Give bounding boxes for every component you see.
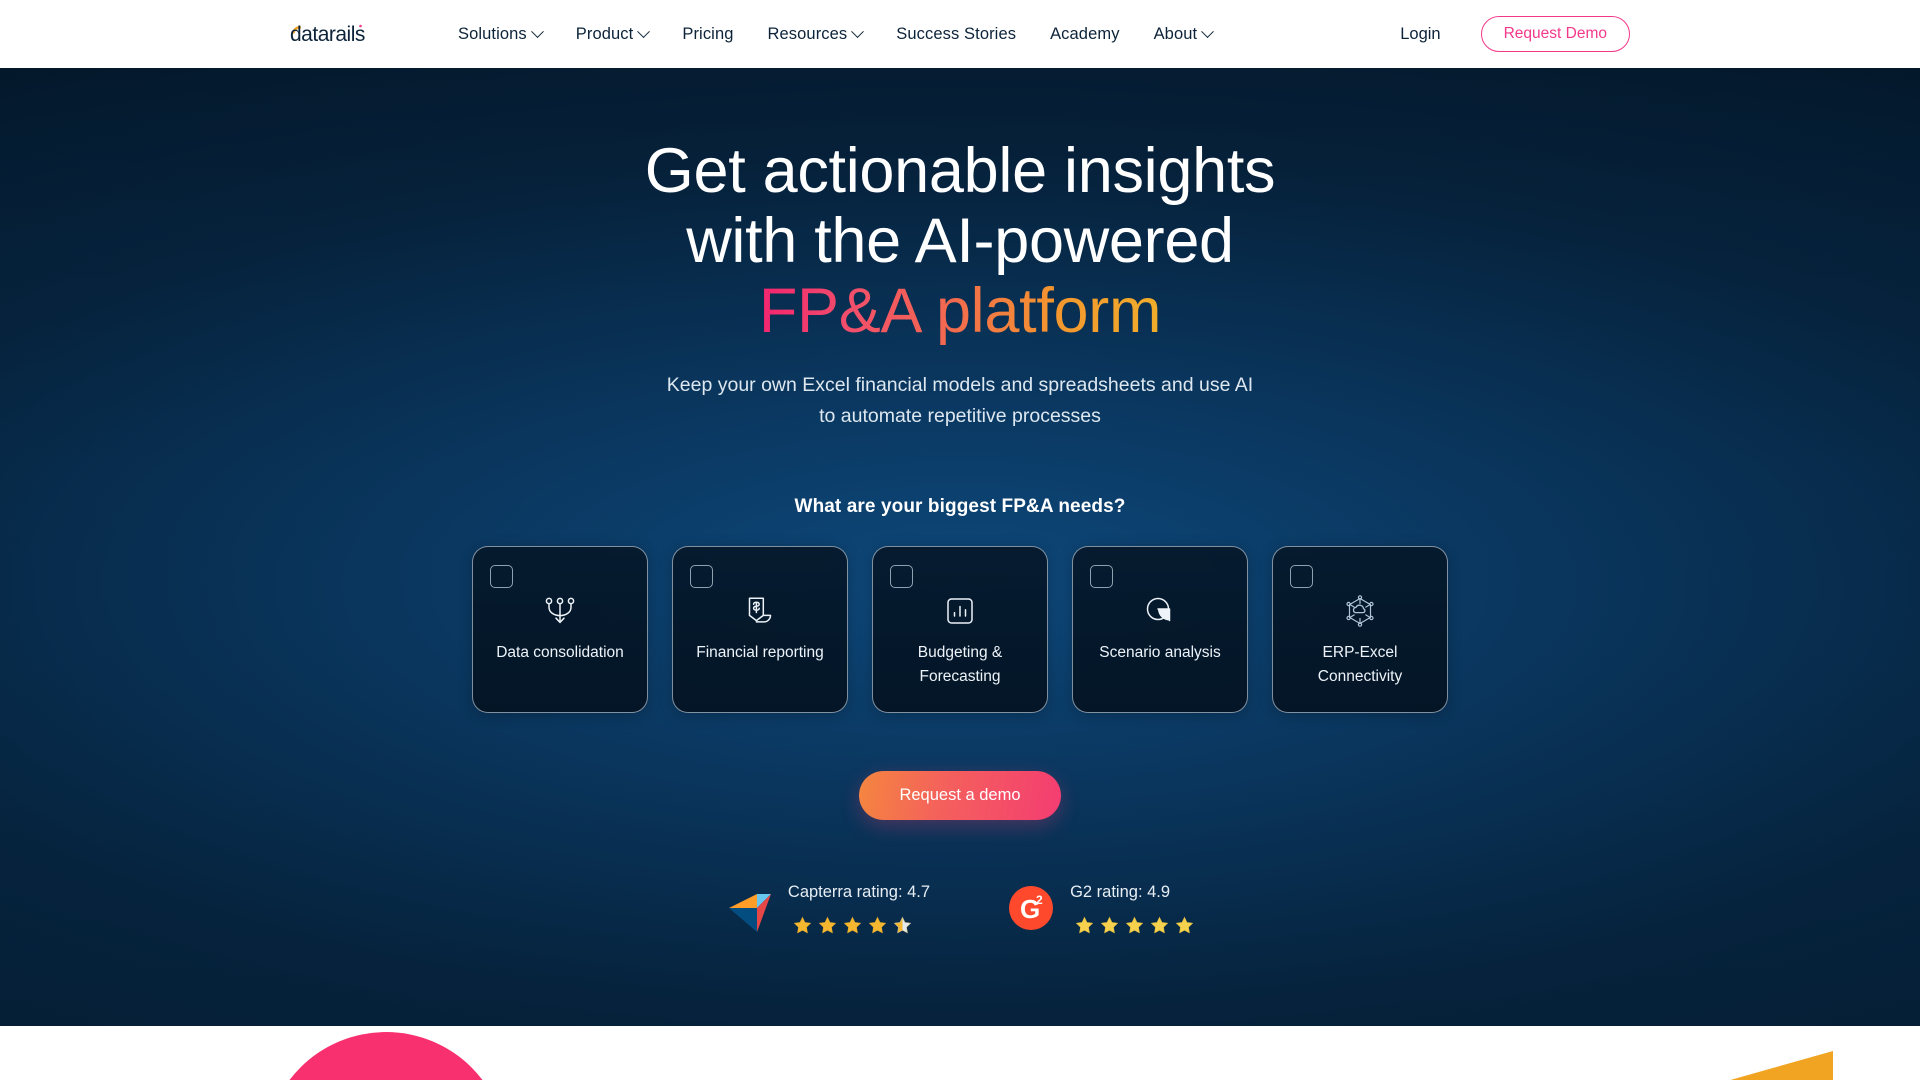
capterra-star-rating (788, 916, 930, 935)
nav-item-success-stories[interactable]: Success Stories (896, 25, 1016, 44)
ratings-row: Capterra rating: 4.7 G 2 G2 rating: 4.9 (290, 883, 1630, 935)
chevron-down-icon (637, 24, 651, 38)
star-icon-full (1125, 916, 1144, 934)
nav-label-solutions: Solutions (458, 24, 527, 43)
primary-nav-links: Solutions Product Pricing Resources Succ… (458, 24, 1215, 44)
need-card-data-consolidation[interactable]: Data consolidation (472, 546, 648, 713)
nav-label-academy: Academy (1050, 24, 1120, 43)
nav-inner-container: datarails Solutions Product Pricing Reso… (290, 0, 1630, 68)
g2-rating-text: G2 rating: 4.9 (1070, 883, 1171, 901)
nav-right-actions: Login Request Demo (1400, 16, 1630, 52)
request-demo-button[interactable]: Request Demo (1480, 16, 1630, 52)
svg-text:datarails: datarails (290, 23, 365, 46)
capterra-logo-icon (726, 883, 772, 933)
need-card-checkbox[interactable] (1090, 565, 1113, 588)
nav-label-product: Product (575, 24, 634, 43)
subheading-line-1: Keep your own Excel financial models and… (666, 374, 1254, 396)
hero-section: Get actionable insights with the AI-powe… (0, 68, 1920, 1026)
nav-item-pricing[interactable]: Pricing (682, 25, 733, 44)
nav-item-about[interactable]: About (1153, 24, 1215, 44)
headline-line-1: Get actionable insights (644, 136, 1276, 206)
rating-capterra: Capterra rating: 4.7 (726, 883, 930, 935)
page-title: Get actionable insights with the AI-powe… (290, 68, 1630, 346)
hero-content: Get actionable insights with the AI-powe… (290, 68, 1630, 935)
need-card-financial-reporting[interactable]: Financial reporting (672, 546, 848, 713)
nav-item-academy[interactable]: Academy (1050, 25, 1119, 44)
need-card-checkbox[interactable] (490, 565, 513, 588)
g2-star-rating (1070, 916, 1194, 935)
nav-item-solutions[interactable]: Solutions (458, 24, 544, 44)
need-card-label: ERP-Excel Connectivity (1317, 644, 1403, 685)
fpa-needs-card-list: Data consolidation Financial reporting B… (290, 546, 1630, 713)
pink-circle-decoration (265, 1032, 507, 1080)
chevron-down-icon (851, 24, 865, 38)
bar-chart-square-icon (944, 592, 976, 630)
need-card-label: Budgeting & Forecasting (917, 644, 1003, 685)
star-icon-full (1150, 916, 1169, 934)
top-navigation-bar: datarails Solutions Product Pricing Reso… (0, 0, 1920, 68)
need-card-label: Scenario analysis (1099, 644, 1221, 661)
need-card-checkbox[interactable] (690, 565, 713, 588)
star-icon-full (793, 916, 812, 934)
star-icon-full (1075, 916, 1094, 934)
star-icon-full (1100, 916, 1119, 934)
need-card-erp-excel-connectivity[interactable]: ERP-Excel Connectivity (1272, 546, 1448, 713)
chevron-down-icon (530, 24, 544, 38)
need-card-checkbox[interactable] (890, 565, 913, 588)
nav-label-success-stories: Success Stories (896, 24, 1017, 43)
dollar-document-icon (743, 592, 777, 630)
capterra-rating-body: Capterra rating: 4.7 (788, 883, 930, 935)
headline-line-3-gradient: FP&A platform (758, 276, 1162, 346)
chevron-down-icon (1201, 24, 1215, 38)
headline-line-2: with the AI-powered (686, 206, 1234, 276)
merge-branch-icon (543, 592, 577, 630)
need-card-scenario-analysis[interactable]: Scenario analysis (1072, 546, 1248, 713)
network-nodes-icon (1343, 592, 1377, 630)
next-section-decor-band (0, 1026, 1920, 1080)
nav-label-about: About (1153, 24, 1198, 43)
g2-logo-icon: G 2 (1008, 883, 1054, 933)
need-card-label: Financial reporting (696, 644, 824, 661)
star-icon-half (893, 916, 912, 934)
nav-label-resources: Resources (767, 24, 848, 43)
nav-label-pricing: Pricing (682, 24, 734, 43)
hero-subheading: Keep your own Excel financial models and… (290, 370, 1630, 432)
rating-g2: G 2 G2 rating: 4.9 (1008, 883, 1194, 935)
needs-question-heading: What are your biggest FP&A needs? (794, 496, 1126, 517)
g2-rating-body: G2 rating: 4.9 (1070, 883, 1194, 935)
star-icon-full (843, 916, 862, 934)
need-card-budgeting-forecasting[interactable]: Budgeting & Forecasting (872, 546, 1048, 713)
orange-triangle-decoration (1649, 1051, 1833, 1080)
subheading-line-2: to automate repetitive processes (819, 405, 1101, 427)
star-icon-full (1175, 916, 1194, 934)
star-icon-full (818, 916, 837, 934)
nav-item-product[interactable]: Product (575, 24, 651, 44)
nav-item-resources[interactable]: Resources (767, 24, 865, 44)
need-card-checkbox[interactable] (1290, 565, 1313, 588)
datarails-logo[interactable]: datarails (290, 17, 386, 51)
login-link[interactable]: Login (1400, 25, 1440, 44)
pie-chart-icon (1143, 592, 1177, 630)
request-a-demo-button[interactable]: Request a demo (859, 771, 1061, 820)
cta-container: Request a demo (290, 771, 1630, 820)
svg-text:2: 2 (1036, 893, 1043, 907)
capterra-rating-text: Capterra rating: 4.7 (787, 883, 931, 901)
need-card-label: Data consolidation (496, 644, 624, 661)
star-icon-full (868, 916, 887, 934)
